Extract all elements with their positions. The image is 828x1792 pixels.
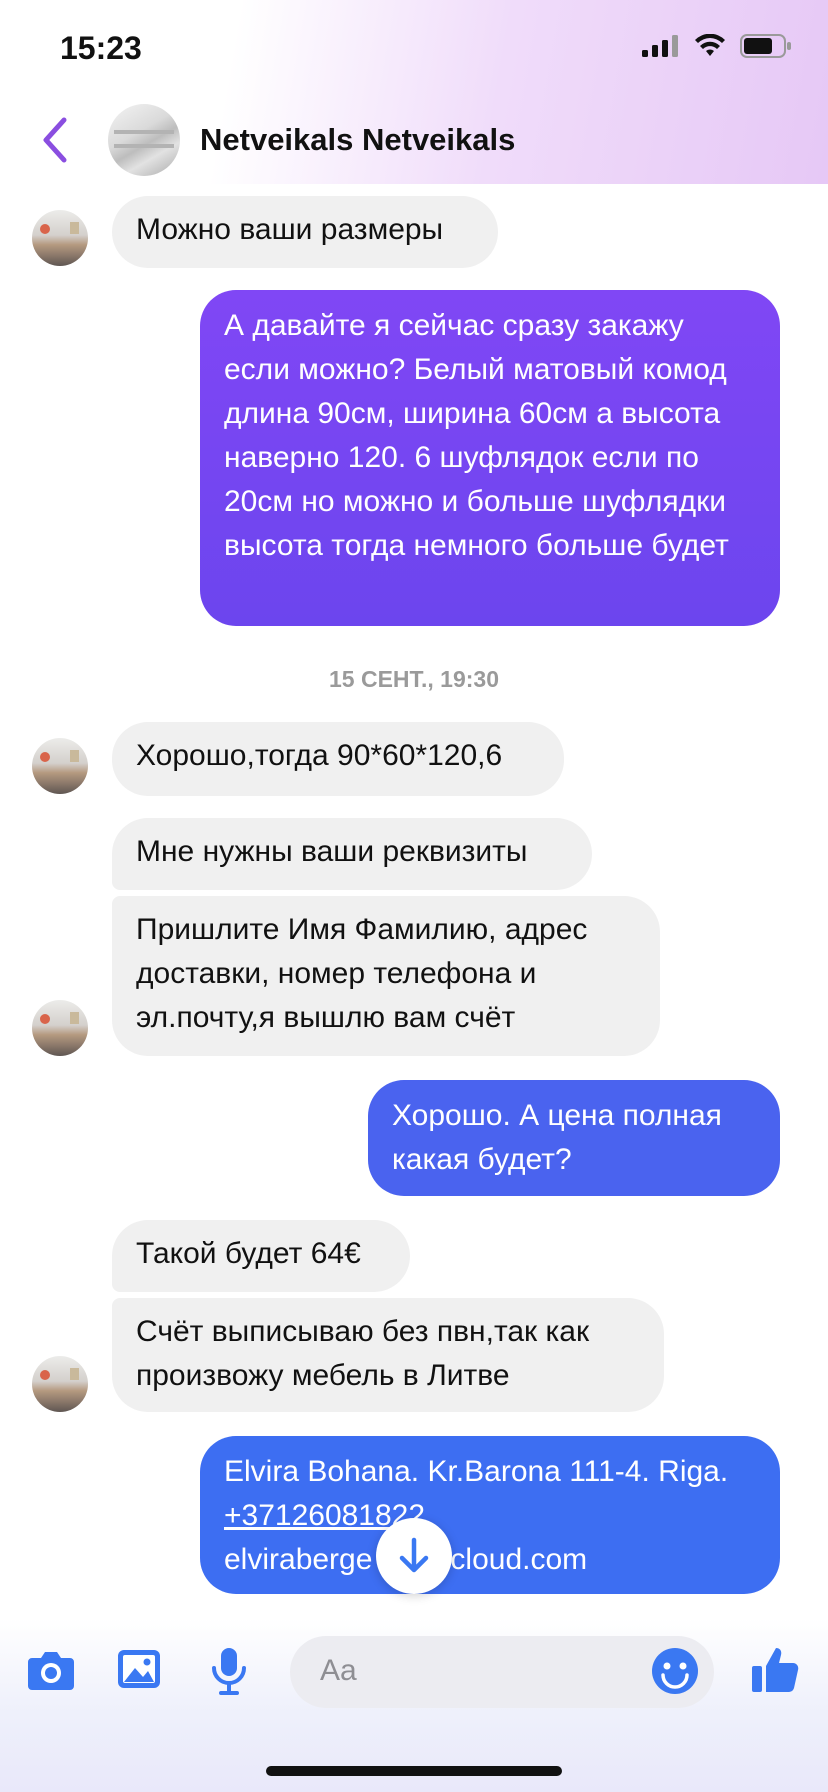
incoming-message[interactable]: Счёт выписываю без пвн,так как произвожу… <box>112 1298 664 1412</box>
contact-avatar[interactable] <box>108 104 180 176</box>
status-icons <box>642 34 792 58</box>
sender-avatar[interactable] <box>32 1000 88 1056</box>
message-input[interactable]: Aa <box>290 1636 714 1708</box>
sender-avatar[interactable] <box>32 1356 88 1412</box>
conversation-header: 15:23 Netveikals Netveikals <box>0 0 828 184</box>
incoming-message[interactable]: Такой будет 64€ <box>112 1220 410 1292</box>
sender-avatar[interactable] <box>32 738 88 794</box>
incoming-message[interactable]: Можно ваши размеры <box>112 196 498 268</box>
incoming-message[interactable]: Мне нужны ваши реквизиты <box>112 818 592 890</box>
image-icon[interactable] <box>116 1648 162 1690</box>
date-separator: 15 СЕНТ., 19:30 <box>329 666 499 692</box>
chevron-left-icon[interactable] <box>36 112 76 168</box>
contact-name[interactable]: Netveikals Netveikals <box>200 122 515 158</box>
emoji-icon[interactable] <box>650 1646 700 1696</box>
scroll-to-bottom-button[interactable] <box>376 1518 452 1594</box>
message-input-placeholder: Aa <box>320 1654 357 1687</box>
sender-avatar[interactable] <box>32 210 88 266</box>
outgoing-message[interactable]: Elvira Bohana. Kr.Barona 111-4. Riga. +3… <box>200 1436 780 1594</box>
thumbs-up-icon[interactable] <box>750 1644 800 1694</box>
camera-icon[interactable] <box>26 1648 76 1692</box>
microphone-icon[interactable] <box>210 1646 248 1696</box>
signal-icon <box>642 35 678 57</box>
outgoing-message[interactable]: Хорошо. А цена полная какая будет? <box>368 1080 780 1196</box>
email-link[interactable]: elviraberge cloud.com <box>224 1538 756 1582</box>
outgoing-message[interactable]: А давайте я сейчас сразу закажу если мож… <box>200 290 780 626</box>
status-time: 15:23 <box>60 30 142 66</box>
message-line: Elvira Bohana. Kr.Barona 111-4. Riga. <box>224 1455 729 1488</box>
home-indicator <box>266 1766 562 1776</box>
battery-icon <box>740 34 791 58</box>
email-text-start: elviraberge <box>224 1543 373 1576</box>
incoming-message[interactable]: Пришлите Имя Фамилию, адрес доставки, но… <box>112 896 660 1056</box>
email-text-end: cloud.com <box>450 1543 588 1576</box>
wifi-icon <box>695 34 725 56</box>
phone-link[interactable]: +37126081822 <box>224 1494 756 1538</box>
arrow-down-icon <box>399 1537 429 1573</box>
incoming-message[interactable]: Хорошо,тогда 90*60*120,6 <box>112 722 564 796</box>
